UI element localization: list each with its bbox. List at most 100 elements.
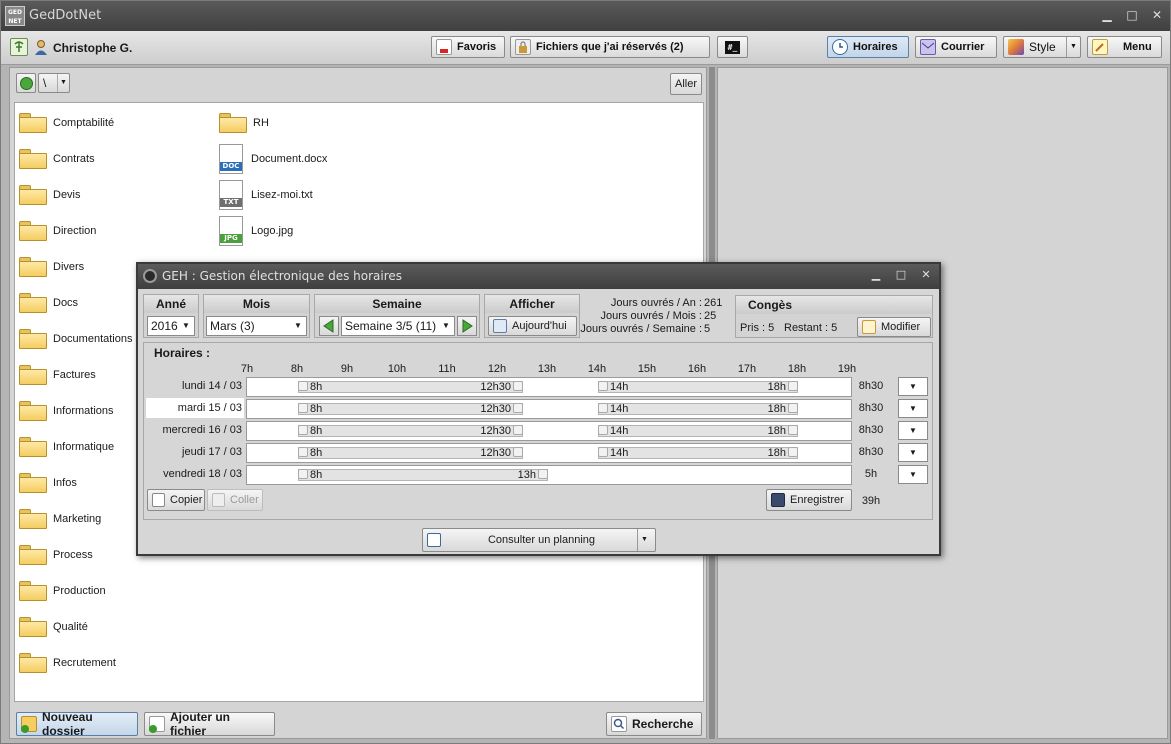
back-button[interactable] [16,73,36,93]
slot-start: 8h [310,403,323,415]
slot-end-handle[interactable] [513,425,523,435]
maximize-button[interactable]: □ [1124,7,1140,23]
folder-item[interactable]: Production [19,576,106,606]
mois-header: Mois [204,295,309,313]
folder-item[interactable]: Documentations [19,324,133,354]
semaine-select[interactable]: Semaine 3/5 (11) ▼ [341,316,455,336]
slot-end-handle[interactable] [788,447,798,457]
path-box[interactable]: \ ▼ [38,73,70,93]
geh-maximize-button[interactable]: □ [893,268,909,281]
close-button[interactable]: ✕ [1149,7,1165,23]
new-folder-button[interactable]: Nouveau dossier [16,710,138,738]
slot-start-handle[interactable] [298,469,308,479]
geh-close-button[interactable]: ✕ [918,268,934,281]
copy-button[interactable]: Copier [147,489,205,511]
folder-item[interactable]: Contrats [19,144,95,174]
slot-start-handle[interactable] [298,447,308,457]
style-button[interactable]: Style ▼ [1003,36,1081,58]
file-item[interactable]: DOC Document.docx [219,144,327,174]
time-slot[interactable]: 8h 12h30 [298,381,523,393]
slot-start: 14h [610,381,629,393]
day-track[interactable]: 8h 12h30 14h 18h [246,443,852,463]
time-slot[interactable]: 8h 12h30 [298,447,523,459]
geh-minimize-button[interactable]: ▁ [868,268,884,281]
conges-group: Congès Pris : 5 Restant : 5 Modifier [735,295,933,338]
slot-end-handle[interactable] [513,447,523,457]
geh-dialog: GEH : Gestion électronique des horaires … [136,262,941,556]
folder-item[interactable]: Infos [19,468,77,498]
chevron-down-icon[interactable]: ▼ [1066,37,1080,57]
consult-planning-button[interactable]: Consulter un planning ▼ [422,528,656,552]
day-options-dropdown[interactable]: ▼ [898,421,928,440]
folder-item[interactable]: Comptabilité [19,108,114,138]
slot-start-handle[interactable] [298,381,308,391]
courrier-button[interactable]: Courrier [915,36,997,58]
file-item[interactable]: TXT Lisez-moi.txt [219,180,313,210]
folder-item[interactable]: Factures [19,360,96,390]
favorites-button[interactable]: Favoris [431,36,505,58]
slot-start-handle[interactable] [598,381,608,391]
today-button[interactable]: Aujourd'hui [488,316,577,336]
path-dropdown-icon: ▼ [57,74,69,92]
folder-item[interactable]: RH [219,108,269,138]
file-item[interactable]: JPG Logo.jpg [219,216,293,246]
day-options-dropdown[interactable]: ▼ [898,443,928,462]
time-slot[interactable]: 14h 18h [598,403,798,415]
day-track[interactable]: 8h 12h30 14h 18h [246,421,852,441]
slot-start-handle[interactable] [598,447,608,457]
next-week-button[interactable] [457,316,477,336]
folder-item[interactable]: Marketing [19,504,101,534]
folder-item[interactable]: Docs [19,288,78,318]
reserved-files-button[interactable]: Fichiers que j'ai réservés (2) [510,36,710,58]
time-slot[interactable]: 14h 18h [598,425,798,437]
folder-item[interactable]: Divers [19,252,84,282]
day-options-dropdown[interactable]: ▼ [898,465,928,484]
folder-item[interactable]: Informatique [19,432,114,462]
annee-select[interactable]: 2016 ▼ [147,316,195,336]
stat-value: 25 [704,310,717,322]
slot-end-handle[interactable] [788,425,798,435]
time-slot[interactable]: 14h 18h [598,381,798,393]
paste-button[interactable]: Coller [207,489,263,511]
day-options-dropdown[interactable]: ▼ [898,399,928,418]
slot-end-handle[interactable] [538,469,548,479]
folder-item[interactable]: Process [19,540,93,570]
menu-button[interactable]: Menu [1087,36,1162,58]
slot-start-handle[interactable] [598,403,608,413]
aller-button[interactable]: Aller [670,73,702,95]
save-button[interactable]: Enregistrer [766,489,852,511]
favorites-label: Favoris [457,41,497,53]
slot-start: 14h [610,447,629,459]
folder-item[interactable]: Recrutement [19,648,116,678]
slot-end-handle[interactable] [513,381,523,391]
time-slot[interactable]: 14h 18h [598,447,798,459]
slot-start-handle[interactable] [298,403,308,413]
console-button[interactable]: #_ [717,36,748,58]
chevron-down-icon: ▼ [909,426,917,435]
day-track[interactable]: 8h 12h30 14h 18h [246,399,852,419]
horaires-button[interactable]: Horaires [827,36,909,58]
network-icon[interactable] [10,38,28,56]
modifier-button[interactable]: Modifier [857,317,931,337]
day-track[interactable]: 8h 12h30 14h 18h [246,377,852,397]
prev-week-button[interactable] [319,316,339,336]
slot-start-handle[interactable] [298,425,308,435]
slot-end-handle[interactable] [788,381,798,391]
day-options-dropdown[interactable]: ▼ [898,377,928,396]
slot-start-handle[interactable] [598,425,608,435]
folder-item[interactable]: Informations [19,396,114,426]
time-slot[interactable]: 8h 13h [298,469,548,481]
slot-end-handle[interactable] [513,403,523,413]
time-slot[interactable]: 8h 12h30 [298,403,523,415]
search-button[interactable]: Recherche [606,712,702,736]
time-slot[interactable]: 8h 12h30 [298,425,523,437]
folder-item[interactable]: Qualité [19,612,88,642]
folder-name: Marketing [53,513,102,525]
minimize-button[interactable]: ▁ [1099,7,1115,23]
folder-item[interactable]: Direction [19,216,96,246]
slot-end-handle[interactable] [788,403,798,413]
add-file-button[interactable]: Ajouter un fichier [144,710,275,738]
mois-select[interactable]: Mars (3) ▼ [206,316,307,336]
folder-item[interactable]: Devis [19,180,81,210]
day-track[interactable]: 8h 13h [246,465,852,485]
